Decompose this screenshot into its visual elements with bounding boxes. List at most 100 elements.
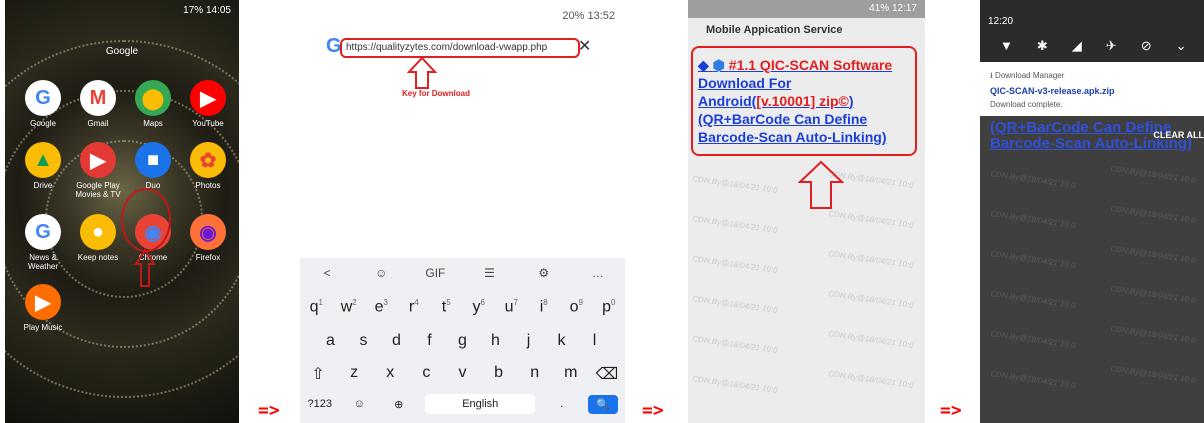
key-j[interactable]: j xyxy=(516,332,542,350)
download-icon: ⭳ xyxy=(990,71,993,80)
youtube-app[interactable]: ▶ YouTube xyxy=(180,80,236,128)
watermark-text: CDN.By@18/04/21 10:0 xyxy=(691,334,779,355)
photos-app[interactable]: ✿ Photos xyxy=(180,142,236,190)
download-notification[interactable]: ⭳ Download Manager QIC-SCAN-v3-release.a… xyxy=(980,62,1204,116)
news-app[interactable]: G News & Weather xyxy=(15,214,71,271)
watermark-text: CDN.By@18/04/21 10:0 xyxy=(989,209,1077,230)
key-row3[interactable]: ⌫ xyxy=(594,364,620,384)
key-u[interactable]: u7 xyxy=(498,298,524,316)
key-row3[interactable]: c xyxy=(413,364,439,384)
app-label: Google xyxy=(30,119,56,128)
key-y[interactable]: y6 xyxy=(466,298,492,316)
firefox-app[interactable]: ◉ Firefox xyxy=(180,214,236,262)
google-app-icon: G xyxy=(25,80,61,116)
key-row3[interactable]: ⇧ xyxy=(305,364,331,384)
key-number-hint: 6 xyxy=(480,298,485,307)
watermark-text: CDN.By@18/04/21 10:0 xyxy=(691,294,779,315)
duo-app[interactable]: ■ Duo xyxy=(125,142,181,190)
maps-app[interactable]: ⬤ Maps xyxy=(125,80,181,128)
key-s[interactable]: s xyxy=(351,332,377,350)
rotate-icon[interactable]: ⊘ xyxy=(1141,38,1152,54)
key-row4[interactable]: English xyxy=(425,394,536,414)
key-row3[interactable]: z xyxy=(341,364,367,384)
key-a[interactable]: a xyxy=(318,332,344,350)
drive-app[interactable]: ▲ Drive xyxy=(15,142,71,190)
play-movies-app[interactable]: ▶ Google Play Movies & TV xyxy=(70,142,126,199)
keyboard-toolbar-button[interactable]: ☰ xyxy=(472,266,508,280)
watermark-text: CDN.By@18/04/21 10:0 xyxy=(1109,284,1197,305)
key-row3[interactable]: n xyxy=(522,364,548,384)
version-text: [v.10001] zip© xyxy=(756,93,849,109)
key-q[interactable]: q1 xyxy=(303,298,329,316)
key-e[interactable]: e3 xyxy=(368,298,394,316)
watermark-text: CDN.By@18/04/21 10:0 xyxy=(989,249,1077,270)
gmail-app[interactable]: M Gmail xyxy=(70,80,126,128)
up-arrow-annotation xyxy=(134,248,156,287)
watermark-text: CDN.By@18/04/21 10:0 xyxy=(1109,204,1197,225)
keyboard-toolbar-button[interactable]: GIF xyxy=(417,266,453,280)
download-link[interactable]: ◆ ⬢ #1.1 QIC-SCAN Software Download For … xyxy=(698,56,914,146)
key-l[interactable]: l xyxy=(582,332,608,350)
key-f[interactable]: f xyxy=(417,332,443,350)
key-w[interactable]: w2 xyxy=(336,298,362,316)
play-music-app[interactable]: ▶ Play Music xyxy=(15,284,71,332)
expand-icon[interactable]: ⌄ xyxy=(1176,38,1187,54)
keep-app-icon: ● xyxy=(80,214,116,250)
chrome-highlight-circle xyxy=(121,188,171,252)
step-arrow: => xyxy=(258,400,280,421)
key-row3[interactable]: m xyxy=(558,364,584,384)
key-o[interactable]: o9 xyxy=(563,298,589,316)
link-line: Download For xyxy=(698,75,792,91)
close-icon[interactable]: ✕ xyxy=(578,36,591,56)
key-row4[interactable]: 🔍 xyxy=(588,394,619,414)
key-row3[interactable]: v xyxy=(449,364,475,384)
watermark-text: CDN.By@18/04/21 10:0 xyxy=(989,169,1077,190)
signal-icon[interactable]: ◢ xyxy=(1072,38,1082,54)
key-letter: w xyxy=(340,298,353,316)
keyboard-toolbar-button[interactable]: ⚙ xyxy=(526,266,562,280)
key-row4[interactable]: ☺ xyxy=(346,398,372,410)
key-row4[interactable]: . xyxy=(549,398,575,410)
watermark-text: CDN.By@18/04/21 10:0 xyxy=(1109,164,1197,185)
key-for-download-label: Key for Download xyxy=(402,89,471,98)
keep-app[interactable]: ● Keep notes xyxy=(70,214,126,262)
app-label: News & Weather xyxy=(27,253,59,271)
url-input[interactable]: https://qualityzytes.com/download-vwapp.… xyxy=(340,38,580,58)
firefox-app-icon: ◉ xyxy=(190,214,226,250)
key-row3[interactable]: x xyxy=(377,364,403,384)
key-k[interactable]: k xyxy=(549,332,575,350)
keyboard-toolbar-button[interactable]: ☺ xyxy=(363,266,399,280)
app-label: Gmail xyxy=(87,119,109,128)
app-label: YouTube xyxy=(192,119,224,128)
watermark-text: CDN.By@18/04/21 10:0 xyxy=(989,289,1077,310)
keyboard-toolbar-button[interactable]: … xyxy=(580,266,616,280)
key-i[interactable]: i8 xyxy=(531,298,557,316)
key-d[interactable]: d xyxy=(384,332,410,350)
keyboard-toolbar-button[interactable]: < xyxy=(309,266,345,280)
key-g[interactable]: g xyxy=(450,332,476,350)
status-bar: 20% 13:52 xyxy=(562,10,615,22)
youtube-app-icon: ▶ xyxy=(190,80,226,116)
key-row4[interactable]: ?123 xyxy=(307,398,333,410)
google-app[interactable]: G Google xyxy=(15,80,71,128)
watermark-text: CDN.By@18/04/21 10:0 xyxy=(827,209,915,230)
airplane-icon[interactable]: ✈ xyxy=(1106,38,1117,54)
key-row3[interactable]: b xyxy=(486,364,512,384)
key-p[interactable]: p0 xyxy=(596,298,622,316)
photos-app-icon: ✿ xyxy=(190,142,226,178)
key-r[interactable]: r4 xyxy=(401,298,427,316)
key-letter: y xyxy=(472,298,481,316)
key-number-hint: 0 xyxy=(610,298,616,307)
key-row4[interactable]: ⊕ xyxy=(386,398,412,411)
key-number-hint: 3 xyxy=(383,298,388,307)
notification-filename: QIC-SCAN-v3-release.apk.zip xyxy=(990,86,1115,96)
key-h[interactable]: h xyxy=(483,332,509,350)
key-t[interactable]: t5 xyxy=(433,298,459,316)
key-number-hint: 4 xyxy=(414,298,419,307)
bluetooth-icon[interactable]: ✱ xyxy=(1037,38,1048,54)
clear-all-button[interactable]: CLEAR ALL xyxy=(1153,130,1204,140)
folder-label: Google xyxy=(105,46,139,57)
step-arrow: => xyxy=(642,400,664,421)
clock: 12:20 xyxy=(988,16,1014,27)
wifi-icon[interactable]: ▼ xyxy=(1000,38,1013,54)
